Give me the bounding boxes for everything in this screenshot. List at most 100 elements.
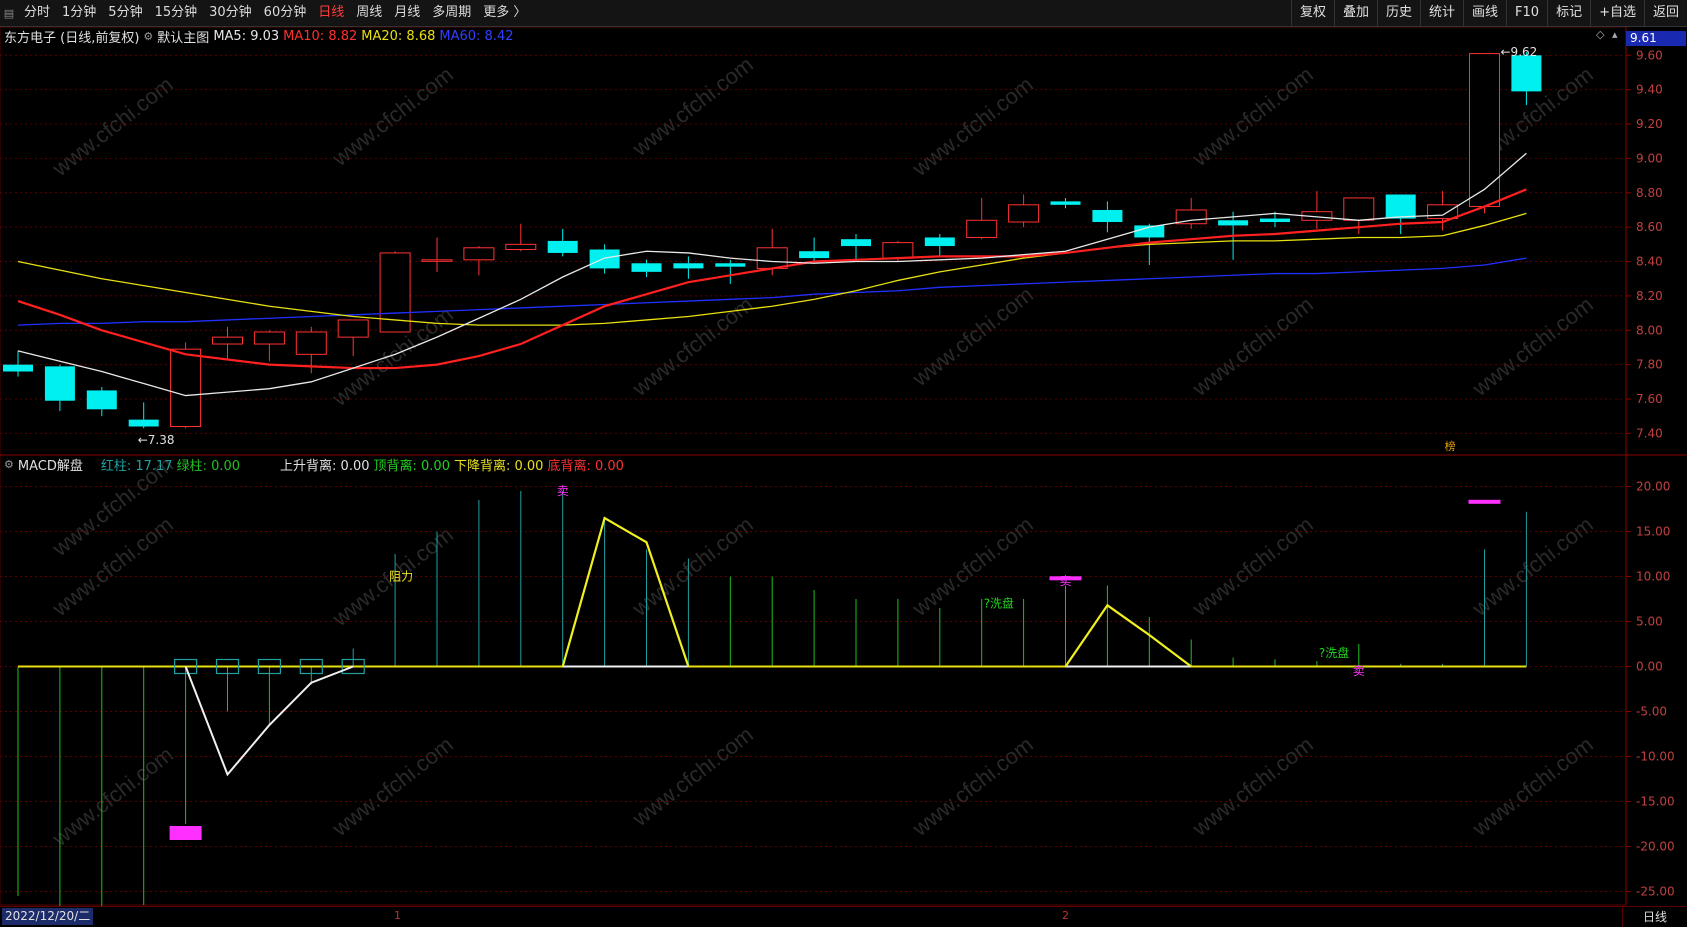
watermark-text: www.cfchi.com <box>1467 292 1598 402</box>
macd-axis-label: 15.00 <box>1636 525 1670 539</box>
main-axis-label: 9.60 <box>1636 48 1663 62</box>
price-annotation: 榜 <box>1445 439 1456 453</box>
indicator-info-bar: ⚙ MACD解盘 红柱: 17.17 绿柱: 0.00 上升背离: 0.00 顶… <box>4 455 628 474</box>
main-info-bar: 东方电子 (日线,前复权) ⚙ 默认主图 MA5: 9.03 MA10: 8.8… <box>4 27 517 46</box>
ma60-value: MA60: 8.42 <box>439 28 514 44</box>
green-bar-value: 绿柱: 0.00 <box>176 458 241 474</box>
fall-divergence-value: 下降背离: 0.00 <box>453 458 544 474</box>
toolbar-button[interactable]: 复权 <box>1290 0 1334 26</box>
watermark-text: www.cfchi.com <box>627 292 758 402</box>
toolbar-button[interactable]: 叠加 <box>1333 0 1377 26</box>
stock-title[interactable]: 东方电子 (日线,前复权) <box>4 27 139 46</box>
macd-axis-label: 5.00 <box>1636 615 1663 629</box>
rise-divergence-value: 上升背离: 0.00 <box>280 458 370 474</box>
scroll-up-icon[interactable]: ▴ <box>1612 28 1618 41</box>
toolbar-button[interactable]: 返回 <box>1643 0 1687 26</box>
macd-axis-label: 10.00 <box>1636 570 1670 584</box>
macd-signal-label: 卖 <box>1353 664 1365 678</box>
candle-body-up <box>756 247 788 269</box>
candle-body-up <box>295 331 327 355</box>
main-axis-label: 7.40 <box>1636 426 1663 440</box>
tool-buttons: 复权 叠加 历史 统计 画线 F10 标记 +自选 返回 <box>1290 0 1687 26</box>
watermark-text: www.cfchi.com <box>327 62 458 172</box>
ma20-value: MA20: 8.68 <box>361 28 436 44</box>
candle-body-up <box>337 319 369 338</box>
period-tab[interactable]: 更多 〉 <box>477 0 532 26</box>
macd-axis-label: -10.00 <box>1636 750 1675 764</box>
toolbar-button[interactable]: 标记 <box>1547 0 1590 26</box>
diamond-icon[interactable]: ◇ <box>1596 28 1604 41</box>
period-tab[interactable]: 周线 <box>350 0 388 26</box>
macd-magenta-marker <box>169 826 202 840</box>
main-axis-label: 8.40 <box>1636 255 1663 269</box>
main-axis-label: 8.60 <box>1636 220 1663 234</box>
watermark-text: www.cfchi.com <box>47 742 178 852</box>
candle-body-down <box>86 390 117 410</box>
period-nav: ▤ 分时 1分钟 5分钟 15分钟 30分钟 60分钟 日线 周线 月线 多周期 更多 〉 <box>0 0 532 26</box>
watermark-text: www.cfchi.com <box>907 512 1038 622</box>
period-indicator[interactable]: 日线 <box>1622 907 1687 927</box>
ma10-value: MA10: 8.82 <box>283 28 358 44</box>
period-tab[interactable]: 日线 <box>312 0 350 26</box>
candle-body-down <box>1260 218 1290 223</box>
watermark-text: www.cfchi.com <box>907 282 1038 392</box>
watermark-text: www.cfchi.com <box>1187 512 1318 622</box>
candle-body-down <box>1511 55 1542 92</box>
toolbar-button[interactable]: F10 <box>1506 0 1547 26</box>
toolbar-button[interactable]: 历史 <box>1376 0 1420 26</box>
macd-axis-label: 20.00 <box>1636 480 1670 494</box>
candle-body-up <box>421 259 453 262</box>
period-tab[interactable]: 15分钟 <box>149 0 204 26</box>
macd-yellow-line <box>1064 603 1192 668</box>
candle-body-down <box>3 364 33 372</box>
period-tab[interactable]: 30分钟 <box>203 0 258 26</box>
macd-axis-label: -15.00 <box>1636 795 1675 809</box>
candle-body-down <box>799 251 830 259</box>
watermark-text: www.cfchi.com <box>1187 732 1318 842</box>
price-annotation: ←7.38 <box>138 433 175 447</box>
template-name[interactable]: 默认主图 <box>157 27 209 46</box>
date-axis: 2022/12/20/二 1 2 日线 <box>0 906 1687 927</box>
indicator-name[interactable]: MACD解盘 <box>18 455 83 474</box>
macd-signal-label: ?洗盘 <box>1319 645 1349 660</box>
watermark-text: www.cfchi.com <box>907 72 1038 182</box>
top-toolbar: ▤ 分时 1分钟 5分钟 15分钟 30分钟 60分钟 日线 周线 月线 多周期 更多 〉 复权 叠加… <box>0 0 1687 27</box>
ma5-value: MA5: 9.03 <box>213 28 280 44</box>
candle-body-up <box>1427 204 1459 220</box>
ma10-line <box>17 188 1527 370</box>
top-divergence-value: 顶背离: 0.00 <box>373 458 450 474</box>
period-tab[interactable]: 月线 <box>388 0 426 26</box>
main-axis-label: 7.60 <box>1636 392 1663 406</box>
collapse-arrow-icon[interactable]: ▤ <box>0 0 18 26</box>
main-axis-label: 9.20 <box>1636 117 1663 131</box>
period-tab[interactable]: 5分钟 <box>102 0 148 26</box>
candle-body-down <box>673 263 704 269</box>
period-tab[interactable]: 60分钟 <box>258 0 313 26</box>
candle-body-down <box>1385 194 1416 219</box>
main-axis-label: 7.80 <box>1636 358 1663 372</box>
cursor-date: 2022/12/20/二 <box>2 908 94 925</box>
candle-body-up <box>463 247 495 261</box>
candle-body-down <box>44 366 75 401</box>
period-tab[interactable]: 1分钟 <box>56 0 102 26</box>
candle-body-up <box>212 336 243 345</box>
toolbar-button[interactable]: +自选 <box>1590 0 1644 26</box>
watermark-text: www.cfchi.com <box>907 732 1038 842</box>
month-tick-2: 2 <box>1062 909 1069 922</box>
main-axis-label: 9.00 <box>1636 151 1663 165</box>
period-tab[interactable]: 多周期 <box>426 0 477 26</box>
macd-axis-label: -25.00 <box>1636 885 1675 899</box>
settings-gear-icon[interactable]: ⚙ <box>143 30 153 43</box>
candle-body-down <box>1218 220 1249 226</box>
toolbar-button[interactable]: 统计 <box>1420 0 1463 26</box>
main-axis-label: 8.00 <box>1636 323 1663 337</box>
month-tick-1: 1 <box>394 909 401 922</box>
indicator-settings-icon[interactable]: ⚙ <box>4 458 14 471</box>
watermark-text: www.cfchi.com <box>1187 62 1318 172</box>
watermark-text: www.cfchi.com <box>627 722 758 832</box>
toolbar-button[interactable]: 画线 <box>1463 0 1506 26</box>
period-tab[interactable]: 分时 <box>18 0 56 26</box>
main-axis-label: 8.80 <box>1636 186 1663 200</box>
candle-body-down <box>1092 209 1123 223</box>
candle-body-down <box>589 249 620 269</box>
